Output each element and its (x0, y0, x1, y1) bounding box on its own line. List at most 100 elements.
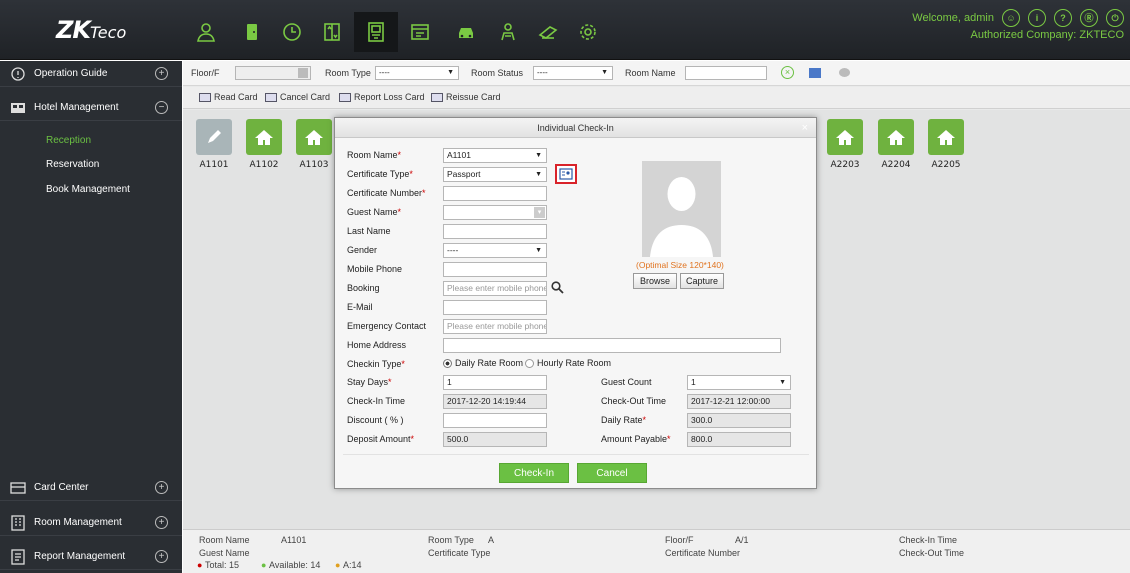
visitor-icon[interactable] (526, 12, 570, 52)
chevron-down-icon: ▼ (535, 247, 542, 254)
read-card-button[interactable]: Read Card (199, 92, 258, 102)
door-icon[interactable] (230, 12, 274, 52)
info-checkout-label: Check-Out Time (899, 548, 965, 558)
divider (343, 454, 809, 455)
room-tile[interactable]: A2203 (820, 119, 870, 183)
home-address-input[interactable] (443, 338, 781, 353)
guest-name-input[interactable]: ▾ (443, 205, 547, 220)
cancel-button[interactable]: Cancel (577, 463, 647, 483)
sidebar-card-center[interactable]: Card Center + (0, 475, 182, 501)
sidebar-item-reservation[interactable]: Reservation (46, 159, 99, 170)
checkin-button[interactable]: Check-In (499, 463, 569, 483)
info-icon[interactable]: i (1028, 9, 1046, 27)
system-icon[interactable] (566, 12, 610, 52)
dropdown-icon[interactable]: ▾ (534, 207, 545, 218)
cancel-card-icon (265, 92, 277, 102)
elevator-icon[interactable] (310, 12, 354, 52)
room-type-select[interactable]: ---- ▼ (375, 66, 459, 80)
room-name-label: Room Name* (347, 150, 402, 160)
capture-button[interactable]: Capture (680, 273, 724, 289)
message-icon[interactable] (839, 68, 850, 77)
sidebar-room-management[interactable]: Room Management + (0, 510, 182, 536)
patrol-icon[interactable] (486, 12, 530, 52)
expand-icon[interactable]: + (155, 481, 168, 494)
discount-input[interactable] (443, 413, 547, 428)
sidebar-report-management[interactable]: Report Management + (0, 544, 182, 570)
room-tile[interactable]: A2204 (871, 119, 921, 183)
parking-icon[interactable] (444, 12, 488, 52)
last-name-input[interactable] (443, 224, 547, 239)
sidebar-operation-guide[interactable]: Operation Guide + (0, 61, 182, 87)
browse-button[interactable]: Browse (633, 273, 677, 289)
close-icon[interactable]: × (802, 118, 808, 138)
type-a-count: A:14 (343, 560, 362, 570)
mobile-label: Mobile Phone (347, 264, 403, 274)
hourly-rate-radio[interactable]: Hourly Rate Room (525, 358, 611, 368)
booking-input[interactable]: Please enter mobile phone (443, 281, 547, 296)
card-action-bar: Read Card Cancel Card Report Loss Card R… (183, 87, 1130, 109)
card-icon (10, 480, 26, 496)
cancel-card-button[interactable]: Cancel Card (265, 92, 330, 102)
room-tile[interactable]: A1102 (239, 119, 289, 183)
account-icon[interactable]: Ⓡ (1080, 9, 1098, 27)
guest-count-label: Guest Count (601, 377, 652, 387)
dialog-title: Individual Check-In (537, 123, 614, 133)
expand-icon[interactable]: + (155, 67, 168, 80)
discount-label: Discount ( % ) (347, 415, 404, 425)
search-icon[interactable] (809, 68, 821, 78)
total-dot-icon: ● (197, 560, 203, 570)
report-loss-card-button[interactable]: Report Loss Card (339, 92, 425, 102)
help-icon[interactable]: ? (1054, 9, 1072, 27)
room-name-input[interactable] (685, 66, 767, 80)
cert-type-select[interactable]: Passport ▼ (443, 167, 547, 182)
sidebar-item-reception[interactable]: Reception (46, 135, 91, 146)
hotel-icon[interactable] (354, 12, 398, 52)
info-guest-name-label: Guest Name (199, 548, 250, 558)
cert-number-input[interactable] (443, 186, 547, 201)
daily-rate-radio[interactable]: Daily Rate Room (443, 358, 523, 368)
report-loss-icon (339, 92, 351, 102)
deposit-label: Deposit Amount* (347, 434, 415, 444)
info-room-type-label: Room Type (428, 535, 474, 545)
checkout-time-field: 2017-12-21 12:00:00 (687, 394, 791, 409)
emergency-contact-input[interactable]: Please enter mobile phone (443, 319, 547, 334)
email-input[interactable] (443, 300, 547, 315)
collapse-icon[interactable]: − (155, 101, 168, 114)
sidebar-hotel-management[interactable]: Hotel Management − (0, 95, 182, 121)
checkin-type-label: Checkin Type* (347, 359, 405, 369)
personnel-icon[interactable] (184, 12, 228, 52)
room-status-select[interactable]: ---- ▼ (533, 66, 613, 80)
meeting-icon[interactable] (398, 12, 442, 52)
id-scan-button[interactable] (555, 164, 577, 184)
attendance-icon[interactable] (270, 12, 314, 52)
reissue-card-button[interactable]: Reissue Card (431, 92, 501, 102)
welcome-area: Welcome, admin ☺ i ? Ⓡ ⏻ Authorized Comp… (912, 9, 1124, 43)
room-status-label: Room Status (471, 68, 524, 78)
room-tile[interactable]: A2205 (921, 119, 971, 183)
sidebar-item-book-management[interactable]: Book Management (46, 184, 130, 195)
room-tile[interactable]: A1101 (189, 119, 239, 183)
amount-payable-label: Amount Payable* (601, 434, 671, 444)
clear-filter-icon[interactable]: × (781, 66, 794, 79)
search-icon[interactable] (551, 281, 564, 294)
stay-days-input[interactable]: 1 (443, 375, 547, 390)
guest-count-select[interactable]: 1 ▼ (687, 375, 791, 390)
sidebar: Operation Guide + Hotel Management − Recep… (0, 61, 182, 573)
info-cert-num-label: Certificate Number (665, 548, 741, 558)
user-icon[interactable]: ☺ (1002, 9, 1020, 27)
mobile-input[interactable] (443, 262, 547, 277)
power-icon[interactable]: ⏻ (1106, 9, 1124, 27)
report-icon (10, 548, 26, 565)
read-card-icon (199, 92, 211, 102)
expand-icon[interactable]: + (155, 516, 168, 529)
type-dot-icon: ● (335, 560, 341, 570)
gender-select[interactable]: ---- ▼ (443, 243, 547, 258)
pencil-icon (196, 119, 232, 155)
room-name-select[interactable]: A1101 ▼ (443, 148, 547, 163)
photo-size-hint: (Optimal Size 120*140) (636, 260, 724, 270)
chevron-down-icon: ▼ (447, 69, 454, 76)
floor-select[interactable] (235, 66, 311, 80)
expand-icon[interactable]: + (155, 550, 168, 563)
room-tile[interactable]: A1103 (289, 119, 339, 183)
dropdown-icon (298, 68, 308, 78)
